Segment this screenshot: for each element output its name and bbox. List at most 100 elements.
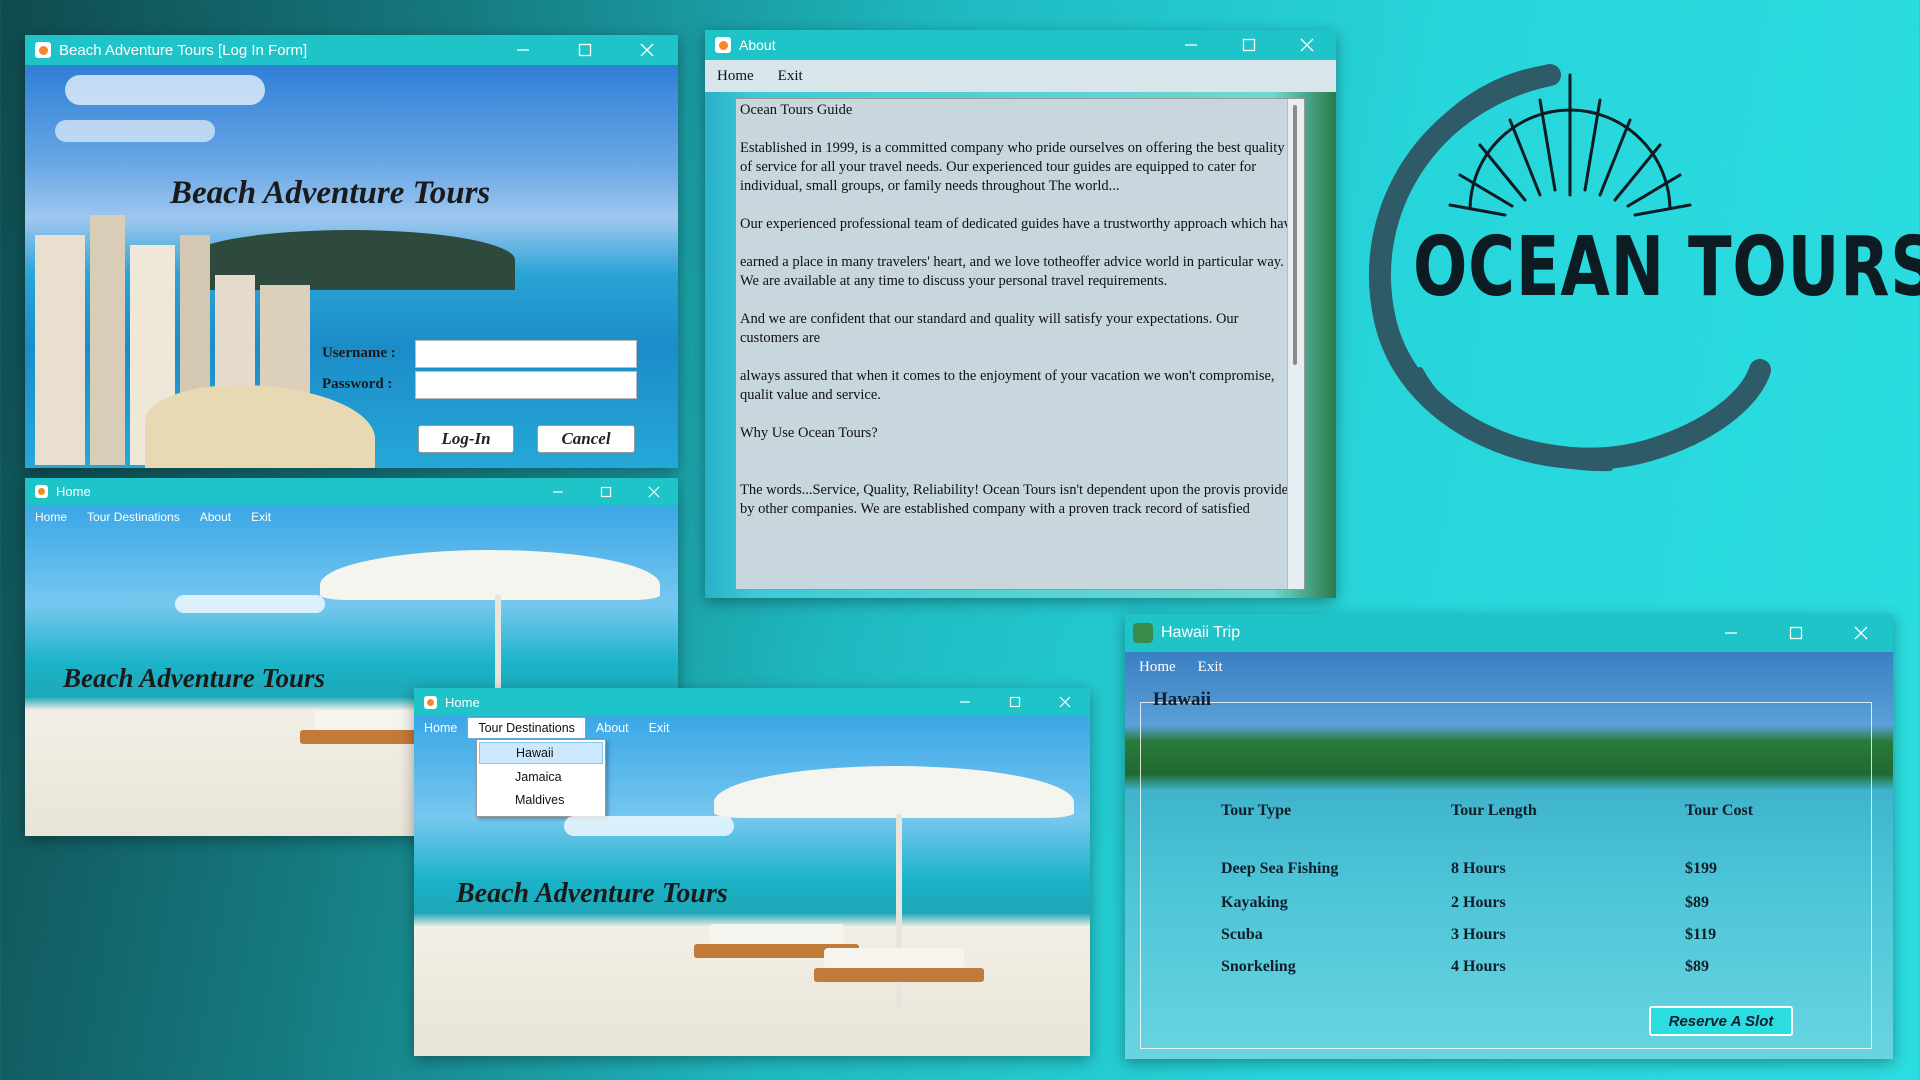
- menu-tour-destinations[interactable]: Tour Destinations: [77, 510, 190, 524]
- home1-window-title: Home: [56, 484, 91, 499]
- hawaii-window: Hawaii Trip Home Exit Hawaii Tour Type T…: [1125, 614, 1893, 1059]
- dropdown-item-jamaica[interactable]: Jamaica: [477, 766, 605, 789]
- tour-length-cell: 3 Hours: [1451, 926, 1506, 943]
- menu-exit[interactable]: Exit: [241, 510, 281, 524]
- app-icon: [424, 695, 437, 709]
- home2-background: Home Tour Destinations About Exit Hawaii…: [414, 716, 1090, 1056]
- lounger: [814, 968, 984, 982]
- tour-cost-cell: $89: [1685, 958, 1709, 975]
- password-input[interactable]: [415, 371, 637, 399]
- menu-exit[interactable]: Exit: [1190, 659, 1231, 676]
- lounger-cushion: [709, 924, 844, 944]
- hawaii-window-title: Hawaii Trip: [1161, 624, 1241, 641]
- menu-home[interactable]: Home: [1125, 659, 1190, 676]
- close-icon[interactable]: [1828, 614, 1893, 652]
- destinations-dropdown: Hawaii Jamaica Maldives: [476, 739, 606, 817]
- tour-type-cell: Deep Sea Fishing: [1221, 860, 1339, 877]
- tour-cost-cell: $199: [1685, 860, 1717, 877]
- password-label: Password :: [322, 376, 393, 392]
- home-window-2: Home Home Tour Destinations About Exit H…: [414, 688, 1090, 1056]
- umbrella-pole: [896, 814, 902, 1014]
- minimize-icon[interactable]: [534, 478, 582, 505]
- header-tour-type: Tour Type: [1221, 802, 1292, 819]
- tour-type-cell: Scuba: [1221, 926, 1263, 943]
- cloud: [55, 120, 215, 142]
- app-icon: [35, 485, 48, 498]
- maximize-icon[interactable]: [582, 478, 630, 505]
- umbrella: [714, 766, 1074, 818]
- about-paragraph: always assured that when it comes to the…: [740, 368, 1275, 403]
- tour-type-cell: Kayaking: [1221, 894, 1288, 911]
- menu-about[interactable]: About: [586, 721, 639, 735]
- about-paragraph: And we are confident that our standard a…: [740, 311, 1239, 346]
- login-background: Beach Adventure Tours Username : Passwor…: [25, 65, 678, 468]
- close-icon[interactable]: [1040, 688, 1090, 716]
- login-heading: Beach Adventure Tours: [170, 175, 491, 211]
- cancel-button[interactable]: Cancel: [537, 425, 635, 453]
- home1-titlebar[interactable]: Home: [25, 478, 678, 505]
- app-icon: [715, 37, 731, 53]
- close-icon[interactable]: [616, 35, 678, 65]
- maximize-icon[interactable]: [554, 35, 616, 65]
- about-paragraph: Our experienced professional team of ded…: [740, 216, 1298, 232]
- scrollbar-thumb[interactable]: [1293, 105, 1297, 365]
- login-window-title: Beach Adventure Tours [Log In Form]: [59, 41, 308, 59]
- about-paragraph: Why Use Ocean Tours?: [740, 425, 878, 441]
- minimize-icon[interactable]: [1162, 30, 1220, 60]
- hawaii-titlebar[interactable]: Hawaii Trip: [1125, 614, 1893, 652]
- menu-home[interactable]: Home: [25, 510, 77, 524]
- lounger-cushion: [824, 948, 964, 968]
- cloud: [564, 816, 734, 836]
- tour-length-cell: 2 Hours: [1451, 894, 1506, 911]
- menu-about[interactable]: About: [190, 510, 241, 524]
- minimize-icon[interactable]: [492, 35, 554, 65]
- menu-tour-destinations[interactable]: Tour Destinations: [467, 717, 586, 739]
- umbrella: [320, 550, 660, 600]
- about-paragraph: Ocean Tours Guide: [740, 102, 853, 118]
- tour-cost-cell: $119: [1685, 926, 1717, 943]
- tour-type-cell: Snorkeling: [1221, 958, 1296, 975]
- about-paragraph: earned a place in many travelers' heart,…: [740, 254, 1284, 289]
- about-menubar: Home Exit: [705, 60, 1336, 92]
- hawaii-menubar: Home Exit: [1125, 652, 1893, 682]
- login-titlebar[interactable]: Beach Adventure Tours [Log In Form]: [25, 35, 678, 65]
- header-tour-length: Tour Length: [1451, 802, 1537, 819]
- dropdown-item-maldives[interactable]: Maldives: [477, 789, 605, 812]
- close-icon[interactable]: [630, 478, 678, 505]
- menu-exit[interactable]: Exit: [639, 721, 680, 735]
- login-button[interactable]: Log-In: [418, 425, 514, 453]
- home2-heading: Beach Adventure Tours: [456, 878, 728, 909]
- about-titlebar[interactable]: About: [705, 30, 1336, 60]
- tour-cost-cell: $89: [1685, 894, 1709, 911]
- cloud: [65, 75, 265, 105]
- username-input[interactable]: [415, 340, 637, 368]
- close-icon[interactable]: [1278, 30, 1336, 60]
- home2-menubar: Home Tour Destinations About Exit: [414, 716, 1090, 740]
- maximize-icon[interactable]: [1220, 30, 1278, 60]
- about-text-area[interactable]: Ocean Tours Guide Established in 1999, i…: [735, 98, 1305, 590]
- menu-exit[interactable]: Exit: [766, 68, 815, 85]
- about-paragraph: Established in 1999, is a committed comp…: [740, 140, 1285, 194]
- palm-icon: [1133, 623, 1153, 643]
- dropdown-item-hawaii[interactable]: Hawaii: [479, 742, 603, 764]
- maximize-icon[interactable]: [990, 688, 1040, 716]
- username-label: Username :: [322, 345, 396, 361]
- app-icon: [35, 42, 51, 58]
- beach-sand: [145, 385, 375, 468]
- scrollbar[interactable]: [1287, 99, 1304, 589]
- cloud: [175, 595, 325, 613]
- menu-home[interactable]: Home: [414, 721, 467, 735]
- minimize-icon[interactable]: [940, 688, 990, 716]
- hawaii-group-label: Hawaii: [1153, 689, 1212, 710]
- tour-length-cell: 8 Hours: [1451, 860, 1506, 877]
- login-window: Beach Adventure Tours [Log In Form] Beac…: [25, 35, 678, 468]
- menu-home[interactable]: Home: [705, 68, 766, 85]
- hawaii-background: Home Exit Hawaii Tour Type Tour Length T…: [1125, 652, 1893, 1059]
- home2-titlebar[interactable]: Home: [414, 688, 1090, 716]
- minimize-icon[interactable]: [1698, 614, 1763, 652]
- home2-window-title: Home: [445, 694, 480, 710]
- home1-menubar: Home Tour Destinations About Exit: [25, 505, 678, 529]
- maximize-icon[interactable]: [1763, 614, 1828, 652]
- reserve-slot-button[interactable]: Reserve A Slot: [1649, 1006, 1793, 1036]
- ocean-tours-logo: OCEAN TOURS: [1340, 40, 1920, 500]
